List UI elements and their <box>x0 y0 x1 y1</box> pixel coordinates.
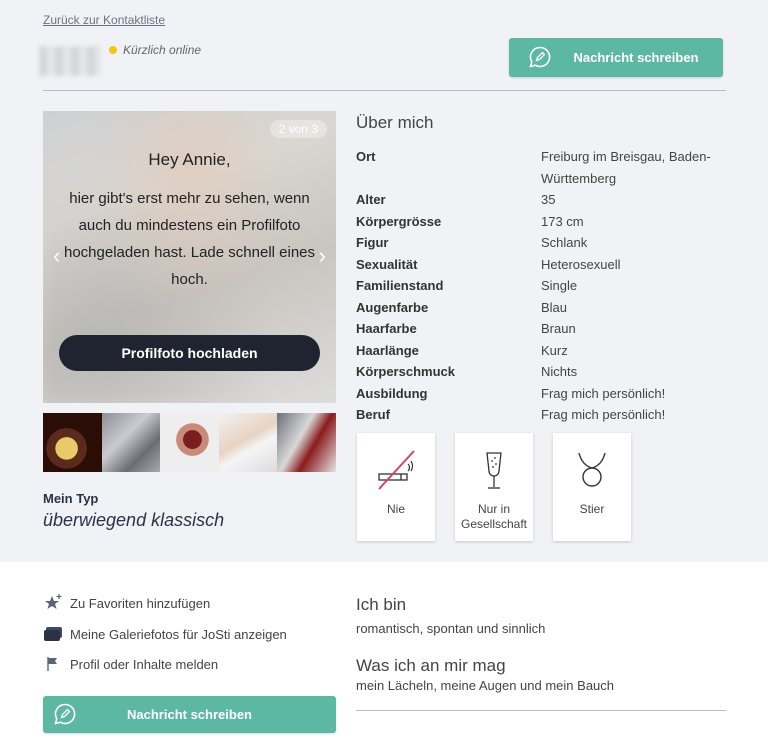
attribute-row: Figur Schlank <box>356 232 726 254</box>
attribute-row: Körperschmuck Nichts <box>356 361 726 383</box>
no-smoking-icon <box>378 450 415 490</box>
photo-counter: 2 von 3 <box>269 120 327 138</box>
taurus-icon <box>578 452 606 487</box>
attribute-row: Ort Freiburg im Breisgau, Baden-Württembe… <box>356 146 726 189</box>
thumbnail-4[interactable] <box>218 413 278 472</box>
show-gallery-photos-label: Meine Galeriefotos für JoSti anzeigen <box>70 626 287 642</box>
attribute-value: 173 cm <box>541 213 584 229</box>
chevron-right-icon[interactable]: › <box>319 243 326 269</box>
report-profile-action[interactable]: Profil oder Inhalte melden <box>43 655 218 673</box>
attribute-key: Sexualität <box>356 256 418 272</box>
profile-photo-slider[interactable]: 2 von 3 Hey Annie, hier gibt's erst mehr… <box>43 111 336 403</box>
attribute-value: Kurz <box>541 342 568 358</box>
attribute-key: Haarfarbe <box>356 321 417 336</box>
attribute-row: Körpergrösse 173 cm <box>356 211 726 233</box>
show-gallery-photos-action[interactable]: Meine Galeriefotos für JoSti anzeigen <box>43 625 287 643</box>
section-divider <box>356 710 726 711</box>
report-profile-label: Profil oder Inhalte melden <box>70 656 219 672</box>
drinking-label: Nur in Gesellschaft <box>460 502 528 531</box>
attribute-value: Freiburg im Breisgau, Baden-Württemberg <box>541 149 711 186</box>
was-ich-mag-text: mein Lächeln, meine Augen und mein Bauch <box>356 678 615 693</box>
attribute-value: Frag mich persönlich! <box>541 407 666 422</box>
online-status-text: Kürzlich online <box>123 43 202 57</box>
upload-profile-photo-button[interactable]: Profilfoto hochladen <box>59 335 320 371</box>
zodiac-card: Stier <box>553 433 631 541</box>
attribute-value: Frag mich persönlich! <box>541 385 666 401</box>
gallery-icon <box>43 625 63 643</box>
attribute-row: Alter 35 <box>356 189 726 211</box>
write-message-label: Nachricht schreiben <box>127 707 252 722</box>
my-type-label: Mein Typ <box>43 491 99 506</box>
add-to-favorites-label: Zu Favoriten hinzufügen <box>70 595 211 611</box>
attribute-value: Heterosexuell <box>541 256 621 272</box>
attribute-key: Augenfarbe <box>356 299 429 315</box>
write-message-label: Nachricht schreiben <box>573 50 699 65</box>
write-message-button-bottom[interactable]: Nachricht schreiben <box>43 696 336 733</box>
attribute-row: Augenfarbe Blau <box>356 297 726 319</box>
my-type-value: überwiegend klassisch <box>43 510 225 530</box>
attribute-value: Braun <box>541 321 576 336</box>
smoking-label: Nie <box>386 502 405 516</box>
about-me-attributes: Ort Freiburg im Breisgau, Baden-Württembe… <box>356 146 726 426</box>
thumbnail-1[interactable] <box>43 413 102 472</box>
was-ich-mag-title: Was ich an mir mag <box>356 656 506 675</box>
ich-bin-title: Ich bin <box>356 595 407 614</box>
champagne-glass-icon <box>486 452 502 489</box>
attribute-value: Single <box>541 278 578 293</box>
attribute-row: Haarlänge Kurz <box>356 340 726 362</box>
attribute-key: Haarlänge <box>356 342 419 358</box>
header-divider <box>43 90 726 91</box>
drinking-card: Nur in Gesellschaft <box>455 433 533 541</box>
photo-upload-message: hier gibt's erst mehr zu sehen, wenn auc… <box>63 190 316 288</box>
attribute-key: Ort <box>356 149 376 164</box>
thumbnail-5[interactable] <box>277 413 336 472</box>
attribute-row: Familienstand Single <box>356 275 726 297</box>
attribute-row: Sexualität Heterosexuell <box>356 254 726 276</box>
star-plus-icon <box>43 594 63 612</box>
attribute-row: Ausbildung Frag mich persönlich! <box>356 383 726 405</box>
back-to-contact-list-link[interactable]: Zurück zur Kontaktliste <box>43 13 165 27</box>
attribute-key: Alter <box>356 192 386 207</box>
attribute-key: Figur <box>356 235 389 250</box>
attribute-value: 35 <box>541 192 556 207</box>
attribute-value: Nichts <box>541 364 578 379</box>
thumbnail-2[interactable] <box>101 413 161 472</box>
attribute-key: Familienstand <box>356 278 444 293</box>
online-status-dot <box>109 46 117 54</box>
add-to-favorites-action[interactable]: Zu Favoriten hinzufügen <box>43 594 210 612</box>
attribute-key: Körperschmuck <box>356 364 455 379</box>
attribute-key: Körpergrösse <box>356 213 442 229</box>
username-blurred <box>39 46 101 76</box>
attribute-value: Blau <box>541 299 568 315</box>
chevron-left-icon[interactable]: ‹ <box>53 243 60 269</box>
attribute-value: Schlank <box>541 235 588 250</box>
smoking-card: Nie <box>357 433 435 541</box>
attribute-key: Ausbildung <box>356 385 428 401</box>
attribute-row: Beruf Frag mich persönlich! <box>356 404 726 426</box>
flag-icon <box>43 655 63 673</box>
write-message-button-top[interactable]: Nachricht schreiben <box>509 38 723 77</box>
ich-bin-text: romantisch, spontan und sinnlich <box>356 621 546 636</box>
zodiac-label: Stier <box>579 502 605 516</box>
about-me-title: Über mich <box>356 113 434 132</box>
photo-greeting: Hey Annie, <box>148 150 231 169</box>
attribute-key: Beruf <box>356 407 390 422</box>
attribute-row: Haarfarbe Braun <box>356 318 726 340</box>
thumbnail-3[interactable] <box>160 413 219 472</box>
photo-thumbnails <box>43 413 336 472</box>
